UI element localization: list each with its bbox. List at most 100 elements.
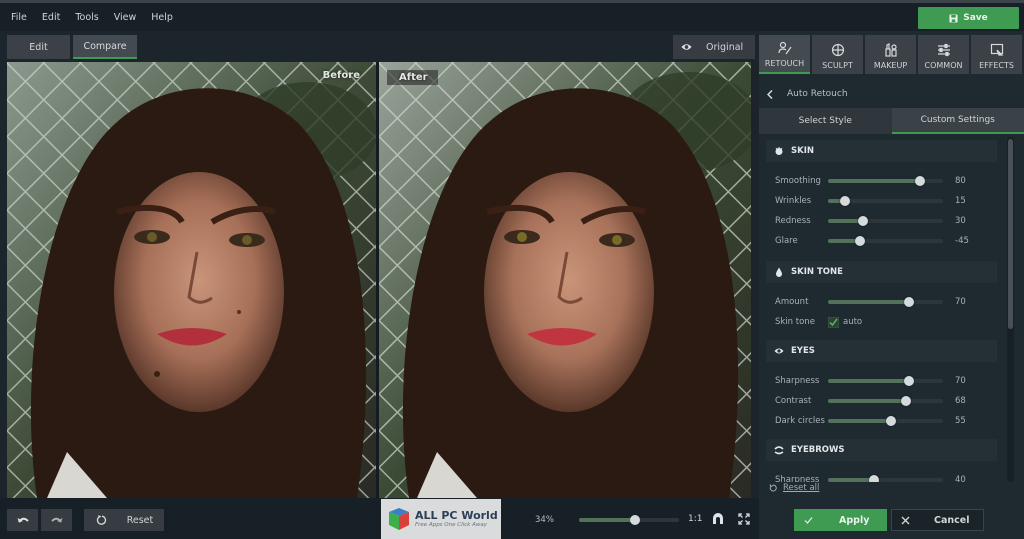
skin-tone-auto-row: Skin tone auto [775,315,990,329]
smoothing-label: Smoothing [775,176,821,186]
apply-button[interactable]: Apply [794,509,887,531]
slider-row-dark-circles: Dark circles 55 [775,414,990,428]
tab-sculpt[interactable]: SCULPT [812,35,863,74]
image-canvas[interactable]: Before After [7,62,751,498]
slider-knob[interactable] [903,376,914,386]
settings-list: SKIN Smoothing 80 Wrinkles 15 Redness 30… [759,137,1009,482]
eye-sharpness-slider[interactable] [828,376,943,386]
before-label: Before [322,70,360,81]
amount-value: 70 [955,297,966,307]
section-skin[interactable]: SKIN [766,140,997,162]
scrollbar-thumb[interactable] [1008,139,1013,329]
glare-slider[interactable] [828,236,943,246]
sculpt-label: SCULPT [822,61,853,70]
before-photo-portrait [7,62,376,498]
tab-edit[interactable]: Edit [7,35,70,59]
section-eyes[interactable]: EYES [766,340,997,362]
slider-fill [828,300,909,304]
mode-bar: Edit Compare [0,31,758,61]
slider-knob[interactable] [854,236,865,246]
tab-compare[interactable]: Compare [73,35,137,59]
app-window: File Edit Tools View Help Save Edit Comp… [0,0,1024,539]
section-eyebrows[interactable]: EYEBROWS [766,439,997,461]
redness-label: Redness [775,216,811,226]
tab-effects[interactable]: EFFECTS [971,35,1022,74]
glare-value: -45 [955,236,969,246]
slider-fill [828,419,892,423]
slider-knob[interactable] [840,196,851,206]
eye-icon [681,44,692,50]
smoothing-slider[interactable] [828,176,943,186]
tab-common[interactable]: COMMON [918,35,969,74]
save-button[interactable]: Save [918,7,1019,29]
makeup-icon [884,43,897,57]
tab-retouch[interactable]: RETOUCH [759,35,810,74]
makeup-label: MAKEUP [873,61,908,70]
tab-makeup[interactable]: MAKEUP [865,35,916,74]
menu-view[interactable]: View [114,12,137,23]
zoom-slider[interactable] [579,515,679,525]
after-label: After [387,70,438,85]
tab-select-style[interactable]: Select Style [759,108,892,134]
reset-icon [96,515,106,525]
slider-knob[interactable] [901,396,912,406]
reset-all-link[interactable]: Reset all [769,483,819,493]
apply-label: Apply [839,514,870,526]
fullscreen-icon[interactable] [738,513,750,525]
redness-slider[interactable] [828,216,943,226]
menu-edit[interactable]: Edit [42,12,60,23]
actual-size-button[interactable]: 1:1 [688,514,702,524]
zoom-slider-knob[interactable] [630,515,640,525]
menu-help[interactable]: Help [151,12,173,23]
effects-label: EFFECTS [979,61,1014,70]
undo-button[interactable] [7,509,38,531]
section-skin-title: SKIN [791,146,814,156]
menu-bar: File Edit Tools View Help Save [0,3,1024,31]
slider-row-glare: Glare -45 [775,234,990,248]
canvas-scrollbar[interactable] [751,62,758,498]
menu-tools[interactable]: Tools [75,12,98,23]
reset-all-label: Reset all [783,483,820,493]
checkmark-icon [804,516,813,524]
fit-to-screen-icon[interactable] [712,513,724,525]
eye-icon [774,348,784,354]
before-image: Before [7,62,376,498]
section-skin-tone[interactable]: SKIN TONE [766,261,997,283]
redo-button[interactable] [41,509,72,531]
tab-custom-settings[interactable]: Custom Settings [891,108,1024,134]
checkmark-icon [829,318,838,326]
contrast-slider[interactable] [828,396,943,406]
common-label: COMMON [924,61,963,70]
dark-circles-slider[interactable] [828,416,943,426]
panel-scrollbar[interactable] [1007,137,1014,482]
slider-knob[interactable] [886,416,897,426]
original-label: Original [706,41,744,53]
auto-label: auto [843,317,863,327]
menu-file[interactable]: File [11,12,27,23]
floppy-disk-icon [949,13,958,23]
watermark-title: ALL PC World [415,509,498,522]
dark-circles-label: Dark circles [775,416,825,426]
after-image: After [379,62,751,498]
close-icon [901,516,910,524]
section-eyes-title: EYES [791,346,815,356]
slider-fill [828,399,907,403]
amount-slider[interactable] [828,297,943,307]
wrinkles-value: 15 [955,196,966,206]
slider-knob[interactable] [869,475,879,482]
slider-knob[interactable] [915,176,925,186]
wrinkles-slider[interactable] [828,196,943,206]
reset-button[interactable]: Reset [84,509,164,531]
zoom-slider-fill [579,518,635,522]
contrast-value: 68 [955,396,966,406]
original-toggle-button[interactable]: Original [673,35,755,59]
cancel-button[interactable]: Cancel [891,509,984,531]
brow-sharpness-slider[interactable] [828,475,943,482]
after-photo-portrait [379,62,751,498]
chevron-left-icon[interactable] [767,89,773,99]
contrast-label: Contrast [775,396,812,406]
amount-label: Amount [775,297,809,307]
slider-knob[interactable] [903,297,914,307]
slider-knob[interactable] [857,216,868,226]
auto-checkbox[interactable] [828,316,839,328]
